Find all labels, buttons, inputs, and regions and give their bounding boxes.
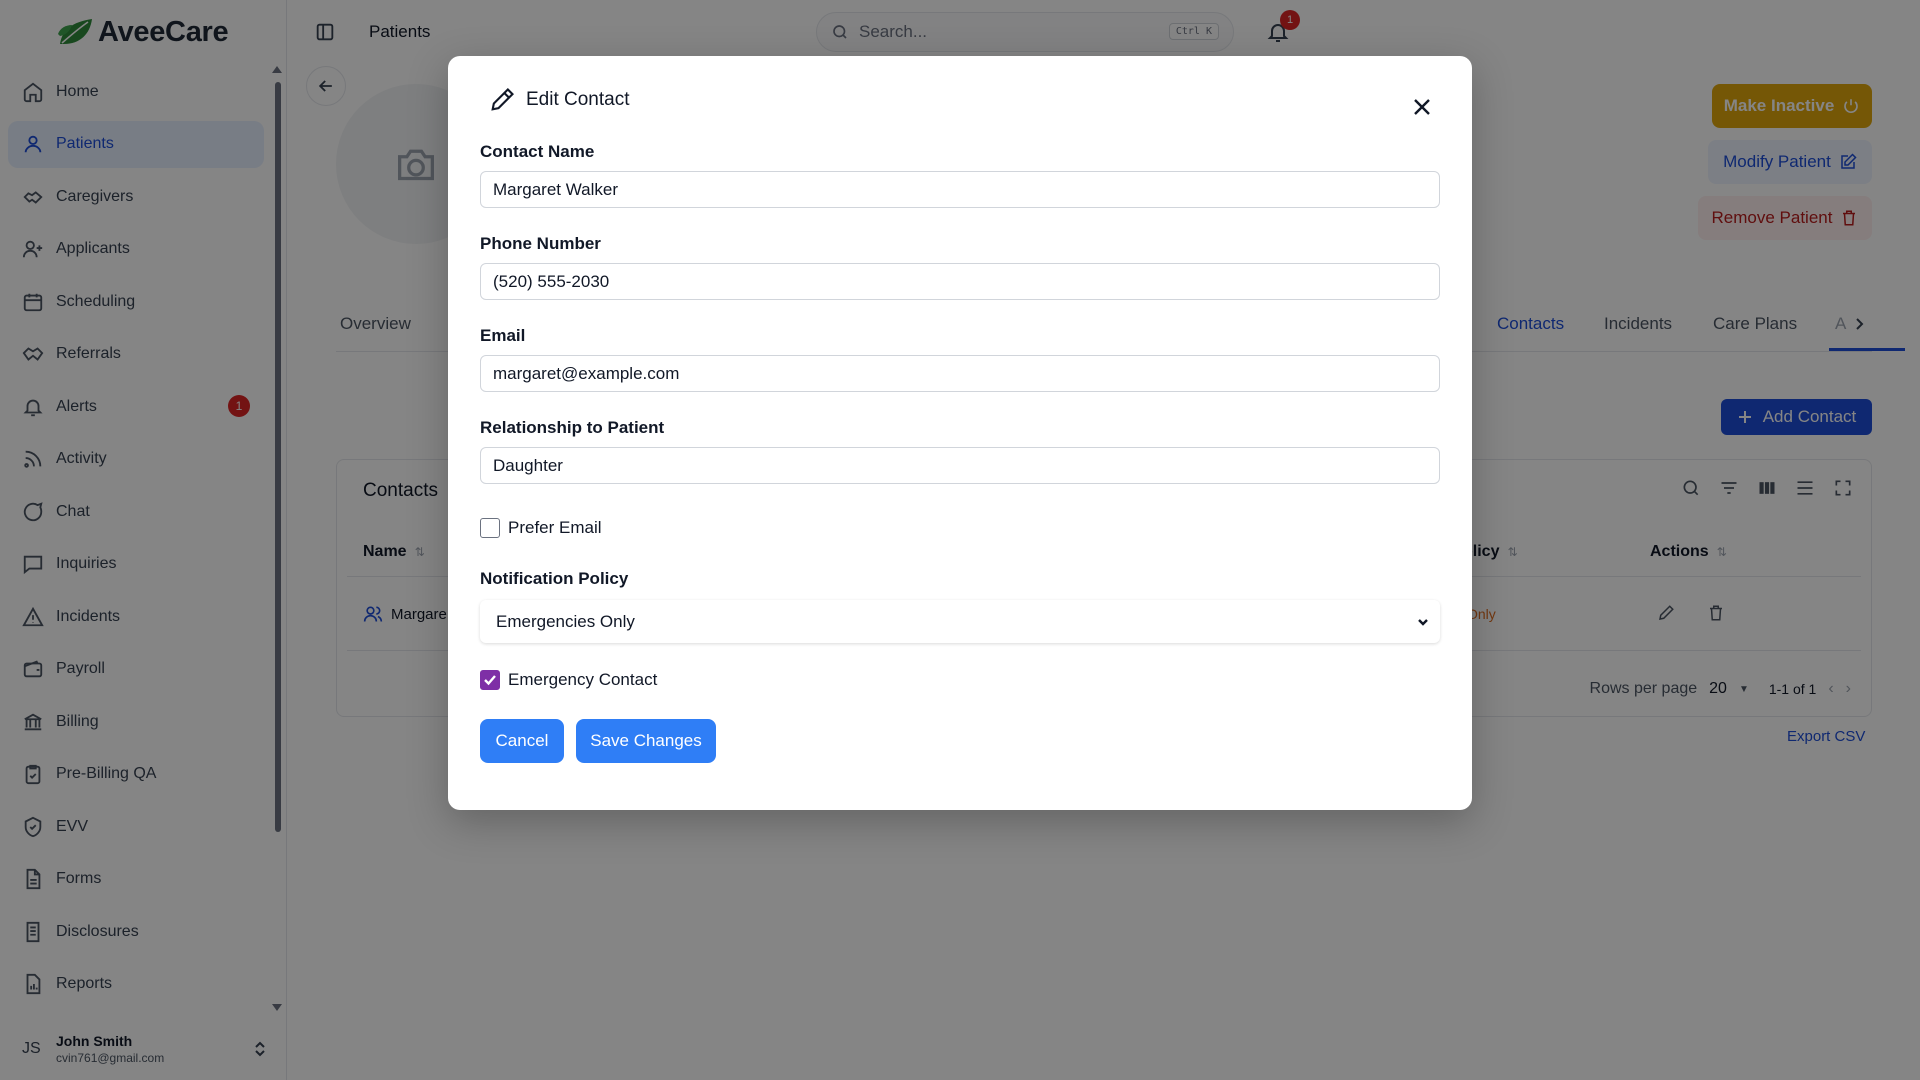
- phone-number-field[interactable]: [480, 263, 1440, 300]
- contact-name-label: Contact Name: [480, 142, 595, 161]
- relationship-label: Relationship to Patient: [480, 418, 665, 437]
- relationship-field[interactable]: [480, 447, 1440, 484]
- cancel-button[interactable]: Cancel: [480, 719, 564, 763]
- notification-policy-select[interactable]: Emergencies Only: [480, 600, 1440, 643]
- emergency-contact-checkbox[interactable]: [480, 670, 500, 690]
- check-icon: [484, 675, 496, 686]
- phone-number-label: Phone Number: [480, 234, 601, 253]
- prefer-email-label: Prefer Email: [508, 518, 602, 537]
- notification-policy-value: Emergencies Only: [496, 611, 635, 631]
- modal-header: Edit Contact: [488, 86, 630, 114]
- contact-name-field[interactable]: [480, 171, 1440, 208]
- pencil-icon: [491, 88, 514, 111]
- chevron-down-icon: [1418, 619, 1428, 626]
- prefer-email-option[interactable]: Prefer Email: [480, 518, 602, 538]
- save-changes-button[interactable]: Save Changes: [576, 719, 716, 763]
- close-button[interactable]: [1408, 93, 1436, 121]
- emergency-contact-label: Emergency Contact: [508, 670, 658, 689]
- notification-policy-label: Notification Policy: [480, 569, 629, 588]
- email-field[interactable]: [480, 355, 1440, 392]
- emergency-contact-option[interactable]: Emergency Contact: [480, 670, 657, 690]
- close-icon: [1414, 99, 1430, 115]
- email-label: Email: [480, 326, 526, 345]
- modal-title: Edit Contact: [526, 89, 630, 110]
- prefer-email-checkbox[interactable]: [480, 518, 500, 538]
- edit-contact-modal: Edit Contact Contact Name Phone Number E…: [448, 56, 1472, 810]
